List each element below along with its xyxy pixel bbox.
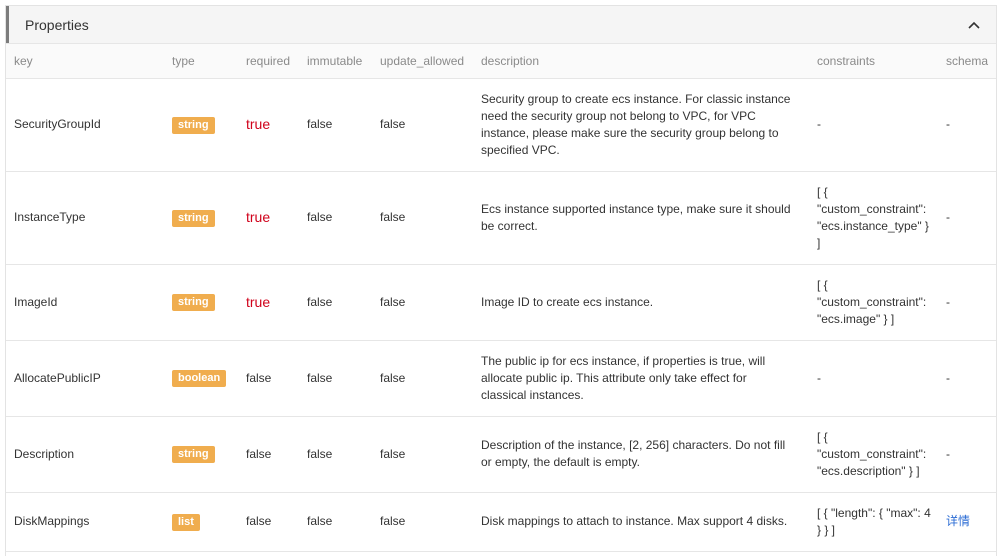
cell-key: SecurityGroupId [6, 78, 164, 172]
cell-key: Description [6, 416, 164, 493]
type-tag: string [172, 294, 215, 311]
cell-required: true [238, 264, 299, 341]
table-row: AllocatePublicIP boolean false false fal… [6, 340, 996, 417]
cell-immutable: false [299, 78, 372, 172]
cell-description: Ecs instance supported instance type, ma… [473, 171, 809, 265]
cell-key: DiskMappings [6, 492, 164, 552]
col-header-key: key [6, 44, 164, 79]
type-tag: list [172, 513, 200, 531]
col-header-immutable: immutable [299, 44, 372, 79]
cell-constraints: [ { "custom_constraint": "ecs.image" } ] [809, 264, 938, 341]
cell-required: false [238, 340, 299, 417]
table-row: DiskMappings list false false false Disk… [6, 492, 996, 552]
cell-type: string [164, 264, 238, 341]
cell-required: true [238, 78, 299, 172]
cell-description: Security group to create ecs instance. F… [473, 78, 809, 172]
cell-type: string [164, 78, 238, 172]
table-row: InstanceType string true false false Ecs… [6, 171, 996, 265]
col-header-update-allowed: update_allowed [372, 44, 473, 79]
cell-schema: - [938, 171, 996, 265]
properties-panel: Properties key type required immutable u… [5, 5, 997, 556]
type-tag: string [172, 116, 215, 134]
cell-immutable: false [299, 416, 372, 493]
cell-update-allowed: false [372, 340, 473, 417]
collapse-button[interactable] [952, 6, 996, 43]
cell-description: Image ID to create ecs instance. [473, 264, 809, 341]
panel-title: Properties [25, 17, 89, 33]
cell-type: list [164, 492, 238, 552]
type-tag: boolean [172, 370, 227, 387]
cell-constraints: - [809, 340, 938, 417]
col-header-constraints: constraints [809, 44, 938, 79]
table-row: SecurityGroupId string true false false … [6, 78, 996, 172]
cell-immutable: false [299, 340, 372, 417]
cell-constraints: - [809, 78, 938, 172]
cell-type: boolean [164, 340, 238, 417]
cell-required: true [238, 171, 299, 265]
col-header-required: required [238, 44, 299, 79]
table-row: Description string false false false Des… [6, 416, 996, 493]
cell-immutable: false [299, 492, 372, 552]
cell-constraints: [ { "custom_constraint": "ecs.descriptio… [809, 416, 938, 493]
cell-key: ImageId [6, 264, 164, 341]
schema-detail-link[interactable]: 详情 [946, 514, 970, 528]
cell-immutable: false [299, 171, 372, 265]
panel-header[interactable]: Properties [6, 6, 996, 44]
cell-immutable: false [299, 264, 372, 341]
type-tag: string [172, 446, 215, 463]
cell-type: string [164, 171, 238, 265]
type-tag: string [172, 209, 215, 227]
cell-schema: - [938, 340, 996, 417]
properties-table: key type required immutable update_allow… [6, 44, 996, 552]
cell-type: string [164, 416, 238, 493]
cell-schema: 详情 [938, 492, 996, 552]
cell-schema: - [938, 264, 996, 341]
cell-update-allowed: false [372, 78, 473, 172]
cell-key: InstanceType [6, 171, 164, 265]
cell-update-allowed: false [372, 264, 473, 341]
cell-constraints: [ { "custom_constraint": "ecs.instance_t… [809, 171, 938, 265]
cell-description: The public ip for ecs instance, if prope… [473, 340, 809, 417]
cell-constraints: [ { "length": { "max": 4 } } ] [809, 492, 938, 552]
table-header-row: key type required immutable update_allow… [6, 44, 996, 79]
cell-key: AllocatePublicIP [6, 340, 164, 417]
col-header-type: type [164, 44, 238, 79]
cell-schema: - [938, 416, 996, 493]
cell-schema: - [938, 78, 996, 172]
col-header-schema: schema [938, 44, 996, 79]
cell-description: Description of the instance, [2, 256] ch… [473, 416, 809, 493]
cell-required: false [238, 492, 299, 552]
cell-update-allowed: false [372, 171, 473, 265]
cell-update-allowed: false [372, 416, 473, 493]
header-accent-bar [6, 6, 9, 43]
cell-description: Disk mappings to attach to instance. Max… [473, 492, 809, 552]
table-row: ImageId string true false false Image ID… [6, 264, 996, 341]
chevron-up-icon [968, 21, 980, 29]
cell-update-allowed: false [372, 492, 473, 552]
col-header-description: description [473, 44, 809, 79]
cell-required: false [238, 416, 299, 493]
